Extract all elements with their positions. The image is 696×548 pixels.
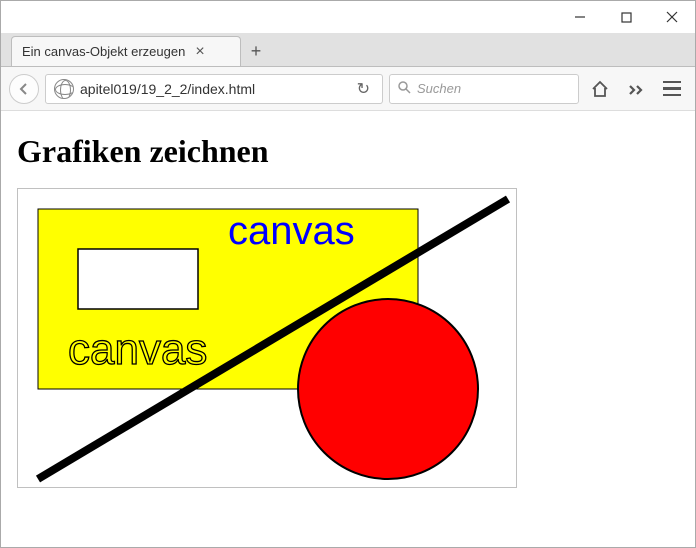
search-box[interactable]: Suchen <box>389 74 579 104</box>
url-text: apitel019/19_2_2/index.html <box>80 81 347 97</box>
browser-tab[interactable]: Ein canvas-Objekt erzeugen × <box>11 36 241 66</box>
maximize-button[interactable] <box>603 1 649 33</box>
canvas-text-fill: canvas <box>228 209 355 253</box>
search-placeholder: Suchen <box>417 81 461 96</box>
close-tab-icon[interactable]: × <box>195 43 204 61</box>
reload-icon[interactable]: ↻ <box>353 79 374 99</box>
canvas-element: canvas canvas <box>17 188 517 488</box>
hamburger-icon <box>663 81 681 97</box>
globe-icon <box>54 79 74 99</box>
page-heading: Grafiken zeichnen <box>17 133 679 170</box>
minimize-button[interactable] <box>557 1 603 33</box>
window-titlebar <box>1 1 695 33</box>
tab-title: Ein canvas-Objekt erzeugen <box>22 44 185 59</box>
url-bar[interactable]: apitel019/19_2_2/index.html ↻ <box>45 74 383 104</box>
overflow-button[interactable] <box>621 74 651 104</box>
back-button[interactable] <box>9 74 39 104</box>
home-button[interactable] <box>585 74 615 104</box>
tab-strip: Ein canvas-Objekt erzeugen × + <box>1 33 695 67</box>
canvas-text-stroke: canvas <box>68 325 207 374</box>
canvas-drawing: canvas canvas <box>18 189 518 489</box>
toolbar: apitel019/19_2_2/index.html ↻ Suchen <box>1 67 695 111</box>
menu-button[interactable] <box>657 74 687 104</box>
new-tab-button[interactable]: + <box>241 36 271 66</box>
browser-window: Ein canvas-Objekt erzeugen × + apitel019… <box>0 0 696 548</box>
close-window-button[interactable] <box>649 1 695 33</box>
page-content: Grafiken zeichnen canvas canvas <box>1 111 695 547</box>
search-icon <box>398 81 411 97</box>
